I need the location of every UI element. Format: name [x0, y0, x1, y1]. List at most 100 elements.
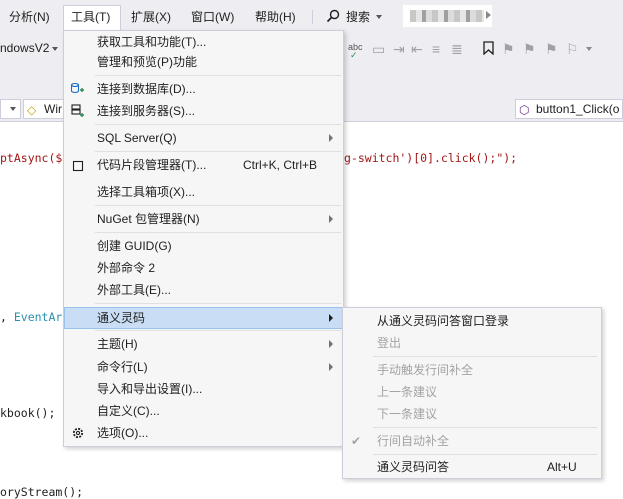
- menu-separator: [95, 151, 341, 152]
- menu-item-customize[interactable]: 自定义(C)...: [64, 400, 343, 422]
- menu-item-label: 自定义(C)...: [97, 404, 160, 418]
- menu-item-label: 创建 GUID(G): [97, 239, 172, 253]
- submenu-item-shortcut: Alt+U: [547, 460, 577, 474]
- menu-item-tongyi-lingma[interactable]: 通义灵码: [64, 307, 343, 329]
- tools-menu: 获取工具和功能(T)... 管理和预览(P)功能 连接到数据库(D)... 连接…: [63, 30, 344, 447]
- code-line-2: , EventAr: [0, 310, 62, 324]
- member-combo[interactable]: ⬡ button1_Click(o: [515, 99, 623, 119]
- submenu-item-login[interactable]: 从通义灵码问答窗口登录: [343, 310, 601, 332]
- clear-bookmarks-icon[interactable]: ⚐: [566, 41, 579, 58]
- search-dropdown-icon[interactable]: [376, 15, 382, 19]
- menu-item-label: 通义灵码: [97, 311, 146, 325]
- menu-analyze[interactable]: 分析(N): [9, 8, 50, 26]
- menu-tools[interactable]: 工具(T): [71, 8, 110, 26]
- submenu-item-prev-suggestion: 上一条建议: [343, 381, 601, 403]
- method-icon: ⬡: [519, 103, 530, 117]
- search-label[interactable]: 搜索: [346, 8, 370, 26]
- submenu-item-logout: 登出: [343, 332, 601, 354]
- toolbar-overflow-icon[interactable]: [586, 47, 592, 51]
- submenu-separator: [373, 356, 597, 357]
- submenu-arrow-icon: [329, 314, 333, 322]
- menu-item-sql-server[interactable]: SQL Server(Q): [64, 127, 343, 149]
- submenu-item-manual-completion: 手动触发行间补全: [343, 359, 601, 381]
- search-redacted-image: [410, 10, 484, 22]
- menu-item-nuget[interactable]: NuGet 包管理器(N): [64, 208, 343, 230]
- menu-item-import-export-settings[interactable]: 导入和导出设置(I)...: [64, 378, 343, 400]
- menu-item-label: 导入和导出设置(I)...: [97, 382, 203, 396]
- submenu-separator: [373, 454, 597, 455]
- snippet-icon: [70, 157, 86, 173]
- submenu-item-label: 从通义灵码问答窗口登录: [377, 314, 510, 328]
- code-line-3: kbook();: [0, 406, 56, 420]
- menu-item-external-command-2[interactable]: 外部命令 2: [64, 257, 343, 279]
- menu-item-label: 命令行(L): [97, 360, 148, 374]
- menu-item-theme[interactable]: 主题(H): [64, 333, 343, 355]
- menu-separator: [95, 232, 341, 233]
- submenu-item-label: 行间自动补全: [377, 434, 450, 448]
- menu-item-label: 外部工具(E)...: [97, 283, 171, 297]
- format-icon[interactable]: ≡: [432, 41, 440, 57]
- menu-item-command-line[interactable]: 命令行(L): [64, 356, 343, 378]
- project-dropdown-icon[interactable]: [10, 107, 16, 111]
- code-line-1a: ptAsync($: [0, 151, 62, 165]
- code-type: EventAr: [13, 310, 63, 324]
- menu-item-external-tools[interactable]: 外部工具(E)...: [64, 279, 343, 301]
- menu-item-label: 选择工具箱项(X)...: [97, 185, 195, 199]
- menu-item-connect-server[interactable]: 连接到服务器(S)...: [64, 100, 343, 122]
- menu-window[interactable]: 窗口(W): [191, 8, 234, 26]
- menu-item-shortcut: Ctrl+K, Ctrl+B: [243, 158, 318, 172]
- server-connect-icon: [70, 103, 86, 119]
- menu-item-label: 管理和预览(P)功能: [97, 55, 197, 69]
- comment-icon[interactable]: ▭: [372, 41, 385, 58]
- menu-item-options[interactable]: 选项(O)...: [64, 422, 343, 444]
- menu-item-choose-toolbox[interactable]: 选择工具箱项(X)...: [64, 181, 343, 203]
- menu-separator: [95, 75, 341, 76]
- menu-separator: [95, 303, 341, 304]
- menu-item-label: 连接到数据库(D)...: [97, 82, 196, 96]
- folder-bookmark-icon[interactable]: ⚑: [545, 41, 558, 58]
- menu-item-snippet-manager[interactable]: 代码片段管理器(T)... Ctrl+K, Ctrl+B: [64, 154, 343, 176]
- bookmark-icon[interactable]: [483, 41, 494, 58]
- menu-item-label: 连接到服务器(S)...: [97, 104, 195, 118]
- menu-separator: [95, 124, 341, 125]
- menu-item-get-tools[interactable]: 获取工具和功能(T)...: [64, 31, 343, 53]
- submenu-arrow-icon: [329, 363, 333, 371]
- menu-extensions[interactable]: 扩展(X): [131, 8, 171, 26]
- uncomment-icon[interactable]: ≣: [451, 41, 463, 58]
- indent-icon[interactable]: ⇥: [393, 41, 405, 58]
- submenu-arrow-icon: [329, 134, 333, 142]
- menu-item-label: 获取工具和功能(T)...: [97, 35, 207, 49]
- code-string: ptAsync($: [0, 151, 63, 165]
- class-icon: ◇: [27, 103, 37, 117]
- submenu-separator: [373, 427, 597, 428]
- outdent-icon[interactable]: ⇤: [411, 41, 423, 58]
- menu-help[interactable]: 帮助(H): [255, 8, 296, 26]
- prev-bookmark-icon[interactable]: ⚑: [502, 41, 515, 58]
- menu-item-label: 主题(H): [97, 337, 138, 351]
- menu-item-label: 外部命令 2: [97, 261, 156, 275]
- code-string: g-switch')[0].click();");: [344, 151, 518, 165]
- menu-separator: [95, 330, 341, 331]
- submenu-item-auto-completion: ✔ 行间自动补全: [343, 430, 601, 452]
- code-punct: ,: [0, 310, 14, 324]
- search-icon[interactable]: [326, 9, 340, 26]
- submenu-arrow-icon: [329, 340, 333, 348]
- code-line-1b: g-switch')[0].click();");: [344, 151, 517, 165]
- menu-item-create-guid[interactable]: 创建 GUID(G): [64, 235, 343, 257]
- config-dropdown-icon[interactable]: [52, 47, 58, 51]
- menu-item-connect-database[interactable]: 连接到数据库(D)...: [64, 78, 343, 100]
- project-combo-left[interactable]: [0, 99, 21, 119]
- menu-item-label: 选项(O)...: [97, 426, 149, 440]
- gear-icon: [70, 425, 86, 441]
- submenu-item-next-suggestion: 下一条建议: [343, 403, 601, 425]
- type-combo-label: Wir: [44, 102, 62, 116]
- submenu-arrow-icon: [329, 215, 333, 223]
- tongyi-lingma-submenu: 从通义灵码问答窗口登录 登出 手动触发行间补全 上一条建议 下一条建议 ✔ 行间…: [342, 307, 602, 479]
- next-bookmark-icon[interactable]: ⚑: [523, 41, 536, 58]
- menu-item-manage-preview[interactable]: 管理和预览(P)功能: [64, 51, 343, 73]
- spellcheck-check-icon: ✓: [350, 50, 358, 60]
- search-arrow-icon: [486, 11, 491, 19]
- config-combo-label[interactable]: ndowsV2: [0, 41, 49, 55]
- type-combo[interactable]: ◇ Wir: [23, 99, 65, 119]
- submenu-item-chat[interactable]: 通义灵码问答 Alt+U: [343, 456, 601, 478]
